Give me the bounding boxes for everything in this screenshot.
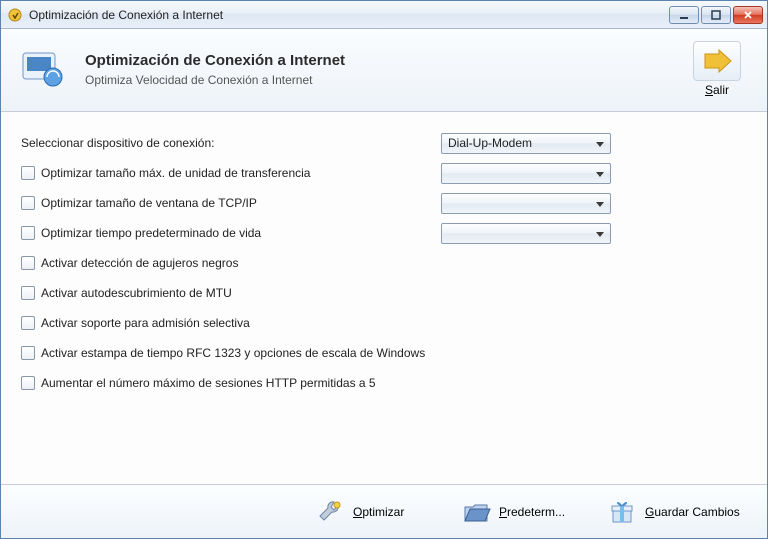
device-row: Seleccionar dispositivo de conexión: Dia… [21,130,747,156]
option-select[interactable] [441,163,611,184]
exit-icon [693,41,741,81]
option-checkbox[interactable] [21,196,35,210]
option-label: Optimizar tamaño máx. de unidad de trans… [41,166,310,180]
option-label: Optimizar tiempo predeterminado de vida [41,226,261,240]
option-row: Activar soporte para admisión selectiva [21,310,747,336]
option-label: Activar detección de agujeros negros [41,256,238,270]
wrench-icon [315,497,345,527]
option-row: Optimizar tiempo predeterminado de vida [21,220,747,246]
header-icon [19,45,67,93]
option-row: Optimizar tamaño de ventana de TCP/IP [21,190,747,216]
folder-icon [461,497,491,527]
maximize-button[interactable] [701,6,731,24]
footer-bar: Optimizar Predeterm... Guardar Cambi [1,484,767,538]
option-checkbox[interactable] [21,226,35,240]
title-bar: Optimización de Conexión a Internet [1,1,767,29]
device-label: Seleccionar dispositivo de conexión: [21,136,214,150]
page-title: Optimización de Conexión a Internet [85,52,345,69]
save-label: Guardar Cambios [645,505,749,519]
option-row: Aumentar el número máximo de sesiones HT… [21,370,747,396]
header: Optimización de Conexión a Internet Opti… [1,29,767,112]
option-select-value [448,166,451,180]
save-button[interactable]: Guardar Cambios [601,494,755,530]
option-row: Activar estampa de tiempo RFC 1323 y opc… [21,340,747,366]
option-select[interactable] [441,223,611,244]
option-checkbox[interactable] [21,346,35,360]
option-checkbox[interactable] [21,166,35,180]
option-label: Activar estampa de tiempo RFC 1323 y opc… [41,346,425,360]
optimize-label: Optimizar [353,505,435,519]
option-label: Activar autodescubrimiento de MTU [41,286,232,300]
device-select-value: Dial-Up-Modem [448,136,532,150]
option-select-value [448,196,451,210]
option-row: Optimizar tamaño máx. de unidad de trans… [21,160,747,186]
close-button[interactable] [733,6,763,24]
exit-button[interactable]: Salir [685,41,749,97]
defaults-label: Predeterm... [499,505,581,519]
app-icon [7,7,23,23]
device-select[interactable]: Dial-Up-Modem [441,133,611,154]
option-row: Activar detección de agujeros negros [21,250,747,276]
option-checkbox[interactable] [21,256,35,270]
defaults-button[interactable]: Predeterm... [455,494,587,530]
option-checkbox[interactable] [21,316,35,330]
option-label: Activar soporte para admisión selectiva [41,316,250,330]
content-area: Seleccionar dispositivo de conexión: Dia… [1,112,767,484]
option-select-value [448,226,451,240]
optimize-button[interactable]: Optimizar [309,494,441,530]
page-subtitle: Optimiza Velocidad de Conexión a Interne… [85,73,345,87]
window-title: Optimización de Conexión a Internet [29,8,223,22]
gift-icon [607,497,637,527]
header-text: Optimización de Conexión a Internet Opti… [85,52,345,87]
option-label: Aumentar el número máximo de sesiones HT… [41,376,376,390]
exit-label: Salir [685,83,749,97]
window-controls [669,6,767,24]
option-select[interactable] [441,193,611,214]
app-window: Optimización de Conexión a Internet [0,0,768,539]
option-checkbox[interactable] [21,286,35,300]
option-checkbox[interactable] [21,376,35,390]
minimize-button[interactable] [669,6,699,24]
option-label: Optimizar tamaño de ventana de TCP/IP [41,196,257,210]
option-row: Activar autodescubrimiento de MTU [21,280,747,306]
